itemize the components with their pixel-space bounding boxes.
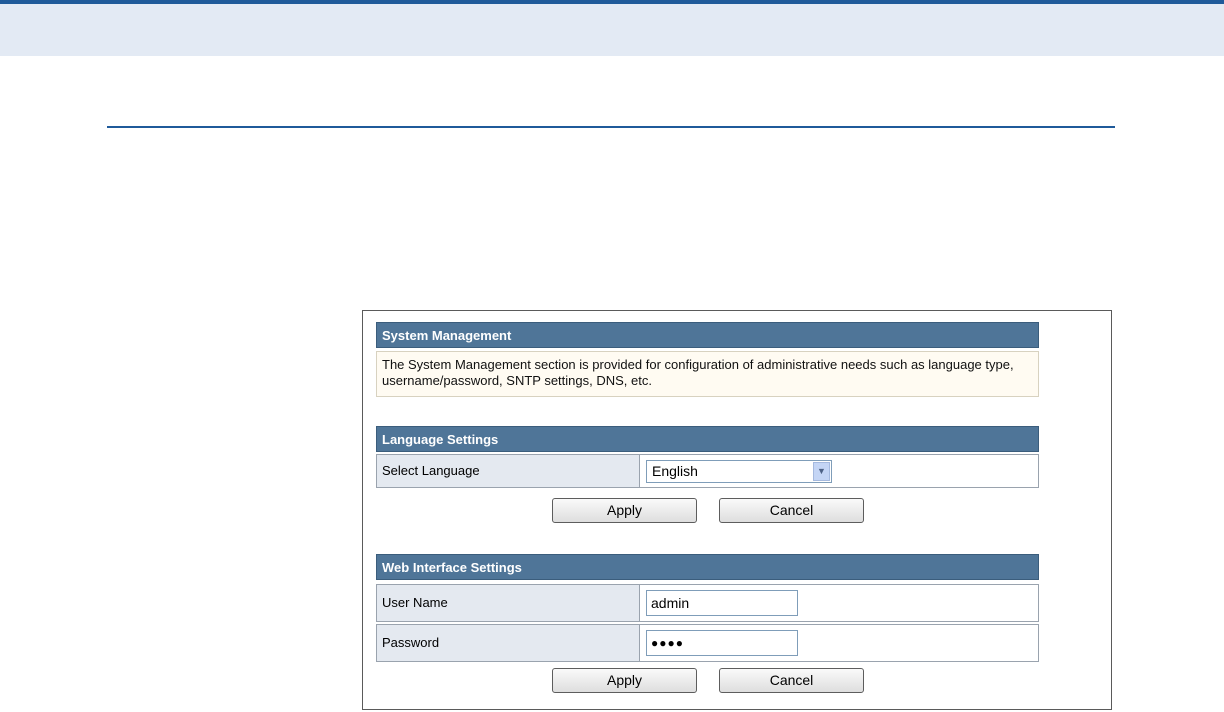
password-label: Password bbox=[377, 625, 640, 661]
select-language-row: Select Language English ▼ bbox=[376, 454, 1039, 488]
language-select[interactable]: English ▼ bbox=[646, 460, 832, 483]
language-select-value: English bbox=[652, 463, 698, 479]
system-management-header: System Management bbox=[376, 322, 1039, 348]
user-name-input[interactable]: admin bbox=[646, 590, 798, 616]
user-name-label: User Name bbox=[377, 585, 640, 621]
web-interface-cancel-button[interactable]: Cancel bbox=[719, 668, 864, 693]
web-interface-apply-button[interactable]: Apply bbox=[552, 668, 697, 693]
section-rule bbox=[107, 126, 1115, 128]
top-band bbox=[0, 4, 1224, 56]
language-settings-header: Language Settings bbox=[376, 426, 1039, 452]
screenshot-frame: System Management The System Management … bbox=[362, 310, 1112, 710]
chevron-down-icon[interactable]: ▼ bbox=[813, 462, 830, 481]
password-cell: ●●●● bbox=[640, 625, 1038, 661]
language-apply-button[interactable]: Apply bbox=[552, 498, 697, 523]
select-language-cell: English ▼ bbox=[640, 455, 1038, 487]
select-language-label: Select Language bbox=[377, 455, 640, 487]
password-input[interactable]: ●●●● bbox=[646, 630, 798, 656]
user-name-cell: admin bbox=[640, 585, 1038, 621]
password-row: Password ●●●● bbox=[376, 624, 1039, 662]
language-cancel-button[interactable]: Cancel bbox=[719, 498, 864, 523]
web-interface-settings-header: Web Interface Settings bbox=[376, 554, 1039, 580]
system-management-description: The System Management section is provide… bbox=[376, 351, 1039, 397]
user-name-row: User Name admin bbox=[376, 584, 1039, 622]
